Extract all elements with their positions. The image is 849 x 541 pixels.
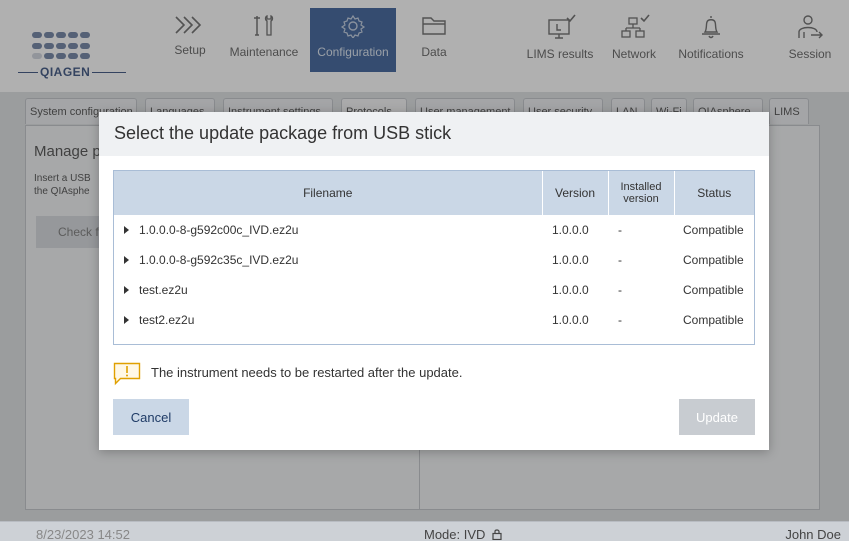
warning-icon — [113, 362, 141, 386]
status-mode: Mode: IVD — [424, 527, 502, 541]
table-row[interactable]: 1.0.0.0-8-g592c00c_IVD.ez2u 1.0.0.0 - Co… — [114, 215, 754, 245]
row-status: Compatible — [683, 313, 744, 327]
update-package-table: Filename Version Installed version Statu… — [113, 170, 755, 345]
table-row[interactable]: test2.ez2u 1.0.0.0 - Compatible — [114, 305, 754, 335]
column-installed-line2: version — [623, 193, 659, 205]
column-status[interactable]: Status — [674, 171, 754, 215]
row-installed: - — [618, 313, 622, 327]
restart-warning: The instrument needs to be restarted aft… — [113, 362, 513, 386]
filename-text: 1.0.0.0-8-g592c00c_IVD.ez2u — [139, 223, 299, 237]
column-installed-version[interactable]: Installed version — [608, 171, 675, 215]
row-filename: 1.0.0.0-8-g592c35c_IVD.ez2u — [114, 245, 542, 275]
row-version: 1.0.0.0 — [552, 313, 589, 327]
table-row[interactable]: test.ez2u 1.0.0.0 - Compatible — [114, 275, 754, 305]
row-installed: - — [618, 253, 622, 267]
warning-text: The instrument needs to be restarted aft… — [151, 365, 463, 380]
status-user: John Doe — [785, 527, 841, 541]
row-filename: 1.0.0.0-8-g592c00c_IVD.ez2u — [114, 215, 542, 245]
dialog-title: Select the update package from USB stick — [114, 123, 452, 143]
row-installed: - — [618, 283, 622, 297]
row-version: 1.0.0.0 — [552, 253, 589, 267]
update-package-dialog: Select the update package from USB stick… — [99, 112, 769, 450]
lock-icon — [492, 529, 502, 541]
row-installed: - — [618, 223, 622, 237]
status-bar: 8/23/2023 14:52 Mode: IVD John Doe — [0, 521, 849, 541]
row-filename: test2.ez2u — [114, 305, 542, 335]
filename-text: 1.0.0.0-8-g592c35c_IVD.ez2u — [139, 253, 299, 267]
column-installed-line1: Installed — [620, 181, 662, 193]
expand-caret-icon[interactable] — [124, 225, 129, 234]
cancel-button[interactable]: Cancel — [113, 399, 189, 435]
filename-text: test.ez2u — [139, 283, 188, 297]
update-button[interactable]: Update — [679, 399, 755, 435]
row-version: 1.0.0.0 — [552, 223, 589, 237]
table-row[interactable]: 1.0.0.0-8-g592c35c_IVD.ez2u 1.0.0.0 - Co… — [114, 245, 754, 275]
expand-caret-icon[interactable] — [124, 285, 129, 294]
row-version: 1.0.0.0 — [552, 283, 589, 297]
status-datetime: 8/23/2023 14:52 — [36, 527, 130, 541]
row-status: Compatible — [683, 253, 744, 267]
column-filename[interactable]: Filename — [114, 171, 543, 215]
expand-caret-icon[interactable] — [124, 255, 129, 264]
row-status: Compatible — [683, 283, 744, 297]
row-status: Compatible — [683, 223, 744, 237]
dialog-header: Select the update package from USB stick — [99, 112, 769, 156]
column-version[interactable]: Version — [542, 171, 609, 215]
status-mode-text: Mode: IVD — [424, 527, 486, 541]
filename-text: test2.ez2u — [139, 313, 195, 327]
expand-caret-icon[interactable] — [124, 315, 129, 324]
table-header-row: Filename Version Installed version Statu… — [114, 171, 754, 215]
row-filename: test.ez2u — [114, 275, 542, 305]
